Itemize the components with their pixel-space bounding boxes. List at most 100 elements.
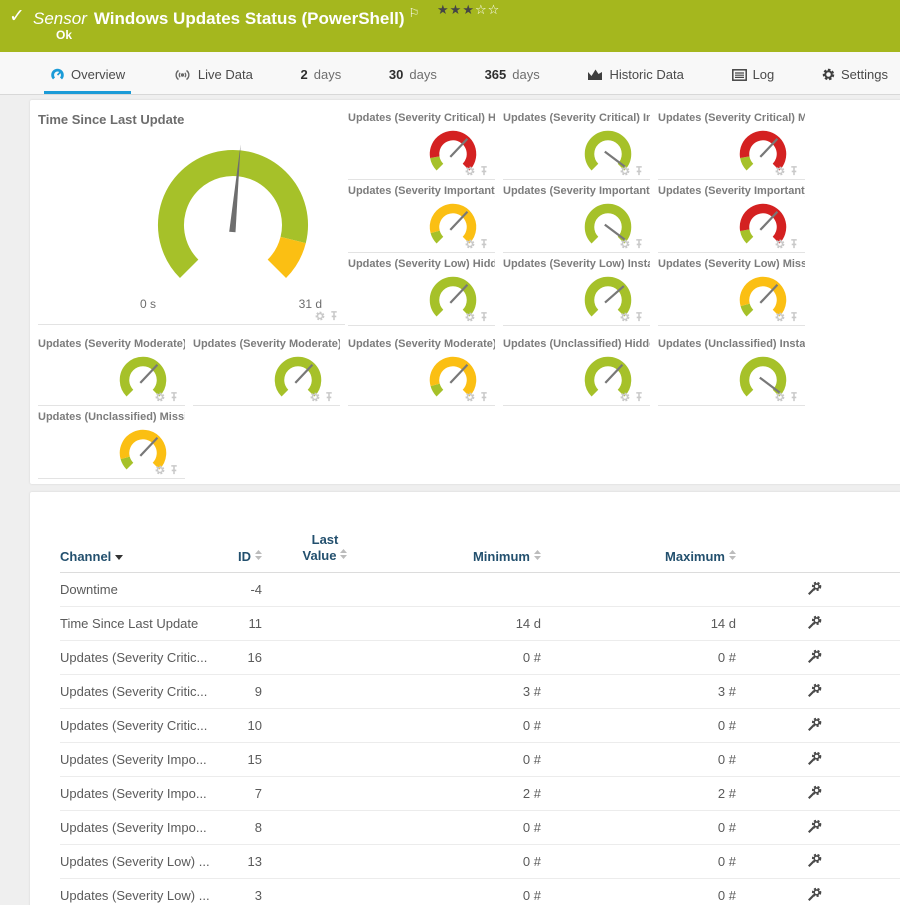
channel-settings-icon[interactable] [806,852,823,869]
sort-desc-icon[interactable] [115,555,123,560]
pin-icon[interactable] [789,392,799,402]
star-filled-icon[interactable]: ★ [437,3,450,18]
pin-icon[interactable] [634,312,644,322]
star-filled-icon[interactable]: ★ [462,3,475,18]
tab-settings[interactable]: Settings [816,67,894,94]
tile-gear-icon[interactable] [775,392,785,402]
cell-channel[interactable]: Updates (Severity Critic... [60,718,230,733]
gauge-tile-time-since-last-update[interactable]: Time Since Last Update0 s31 d [38,112,345,325]
gauge-tile[interactable]: Updates (Severity Important) ... [348,185,495,253]
cell-channel[interactable]: Updates (Severity Impo... [60,752,230,767]
channel-settings-icon[interactable] [806,648,823,665]
gauge-tile[interactable]: Updates (Severity Moderate) I... [193,338,340,406]
pin-icon[interactable] [479,392,489,402]
pin-icon[interactable] [479,312,489,322]
tile-gear-icon[interactable] [465,166,475,176]
tile-gear-icon[interactable] [465,239,475,249]
cell-channel[interactable]: Updates (Severity Impo... [60,820,230,835]
cell-channel[interactable]: Updates (Severity Low) ... [60,854,230,869]
tile-gear-icon[interactable] [775,166,785,176]
tab-overview[interactable]: Overview [44,67,131,94]
tile-gear-icon[interactable] [620,312,630,322]
tab-log[interactable]: Log [726,67,781,94]
cell-channel[interactable]: Updates (Severity Critic... [60,650,230,665]
cell-maximum: 0 # [545,854,740,869]
gauge-tile-title: Updates (Severity Low) Install... [503,258,650,270]
gear-icon[interactable] [822,68,835,81]
tile-gear-icon[interactable] [620,166,630,176]
flag-icon[interactable]: ⚐ [408,6,419,20]
column-header-channel[interactable]: Channel [60,549,230,564]
pin-icon[interactable] [169,465,179,475]
pin-icon[interactable] [324,392,334,402]
pin-icon[interactable] [634,239,644,249]
gauge-tile[interactable]: Updates (Unclassified) Install... [658,338,805,406]
sort-icon[interactable] [534,550,541,560]
tab-historic-data[interactable]: Historic Data [581,67,689,94]
pin-icon[interactable] [789,239,799,249]
channel-settings-icon[interactable] [806,716,823,733]
sort-icon[interactable] [340,549,347,559]
pin-icon[interactable] [789,312,799,322]
star-empty-icon[interactable]: ☆ [475,3,488,18]
pin-icon[interactable] [634,392,644,402]
tab-days30[interactable]: 30days [383,67,443,94]
table-row: Updates (Severity Low) ...130 #0 # [60,845,900,879]
pin-icon[interactable] [479,239,489,249]
gauge-tile[interactable]: Updates (Severity Critical) Mi... [658,112,805,180]
tile-gear-icon[interactable] [155,392,165,402]
gauge-tile[interactable]: Updates (Severity Moderate) ... [38,338,185,406]
gauge-tile[interactable]: Updates (Severity Critical) Ins... [503,112,650,180]
tile-gear-icon[interactable] [465,312,475,322]
gauge-tile[interactable]: Updates (Severity Low) Install... [503,258,650,326]
tile-gear-icon[interactable] [315,311,325,321]
tile-gear-icon[interactable] [620,239,630,249]
tab-live-data[interactable]: Live Data [167,67,259,94]
star-empty-icon[interactable]: ☆ [488,3,501,18]
cell-maximum: 3 # [545,684,740,699]
tile-gear-icon[interactable] [310,392,320,402]
pin-icon[interactable] [789,166,799,176]
pin-icon[interactable] [329,311,339,321]
tab-days2[interactable]: 2days [295,67,348,94]
column-header-id[interactable]: ID [230,549,270,564]
gauge-tile[interactable]: Updates (Severity Important) ... [658,185,805,253]
tile-gear-icon[interactable] [620,392,630,402]
cell-channel[interactable]: Updates (Severity Low) ... [60,888,230,903]
channel-settings-icon[interactable] [806,784,823,801]
gauge-tile[interactable]: Updates (Severity Moderate) ... [348,338,495,406]
tile-gear-icon[interactable] [775,312,785,322]
tile-gear-icon[interactable] [155,465,165,475]
gauge-max-label: 31 d [299,297,322,311]
channel-settings-icon[interactable] [806,580,823,597]
cell-channel[interactable]: Downtime [60,582,230,597]
channel-settings-icon[interactable] [806,818,823,835]
column-header-minimum[interactable]: Minimum [380,549,545,564]
gauge-tile[interactable]: Updates (Unclassified) Hidden [503,338,650,406]
pin-icon[interactable] [169,392,179,402]
channel-settings-icon[interactable] [806,750,823,767]
tab-days365[interactable]: 365days [479,67,546,94]
cell-channel[interactable]: Updates (Severity Critic... [60,684,230,699]
cell-channel[interactable]: Time Since Last Update [60,616,230,631]
pin-icon[interactable] [634,166,644,176]
gauge-tile[interactable]: Updates (Severity Critical) Hi... [348,112,495,180]
channel-settings-icon[interactable] [806,614,823,631]
sort-icon[interactable] [729,550,736,560]
column-header-maximum[interactable]: Maximum [545,549,740,564]
cell-channel[interactable]: Updates (Severity Impo... [60,786,230,801]
column-header-last-value[interactable]: LastValue [270,532,380,565]
gauge-tile[interactable]: Updates (Unclassified) Missing [38,411,185,479]
tile-gear-icon[interactable] [775,239,785,249]
gauge-tile[interactable]: Updates (Severity Important) ... [503,185,650,253]
star-filled-icon[interactable]: ★ [450,3,463,18]
gauge-tile[interactable]: Updates (Severity Low) Missi... [658,258,805,326]
cell-minimum: 0 # [380,820,545,835]
channel-settings-icon[interactable] [806,682,823,699]
pin-icon[interactable] [479,166,489,176]
channel-settings-icon[interactable] [806,886,823,903]
priority-stars[interactable]: ★★★☆☆ [437,3,500,18]
gauge-tile[interactable]: Updates (Severity Low) Hidden [348,258,495,326]
tile-gear-icon[interactable] [465,392,475,402]
sort-icon[interactable] [255,550,262,560]
